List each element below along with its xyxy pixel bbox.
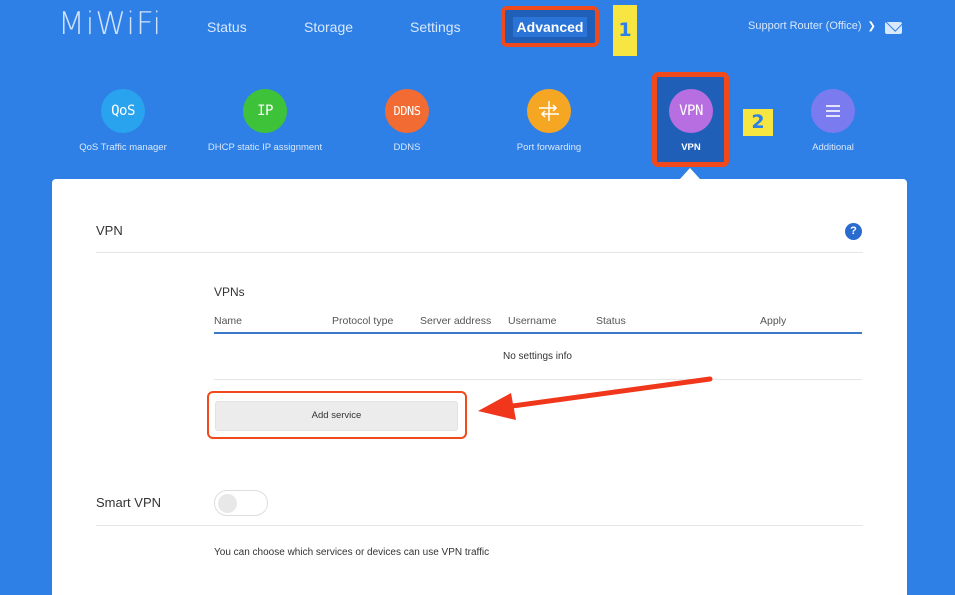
menu-icon <box>811 89 855 133</box>
title-divider <box>96 252 863 253</box>
vpn-icon: VPN <box>669 89 713 133</box>
feature-vpn[interactable]: VPN VPN <box>626 89 756 153</box>
port-forwarding-glyph <box>539 101 559 121</box>
smart-vpn-divider <box>96 525 863 526</box>
nav-advanced-label: Advanced <box>512 16 588 37</box>
nav-settings[interactable]: Settings <box>410 19 461 35</box>
menu-glyph <box>826 105 840 117</box>
step-badge-1: 1 <box>613 5 637 56</box>
ip-icon: IP <box>243 89 287 133</box>
page-title: VPN <box>96 223 123 238</box>
smart-vpn-hint: You can choose which services or devices… <box>214 547 490 558</box>
feature-ddns-label: DDNS <box>393 142 421 153</box>
mail-icon[interactable] <box>885 22 902 34</box>
column-apply: Apply <box>760 315 787 327</box>
account-menu[interactable]: Support Router (Office) ❯ <box>748 20 876 32</box>
ddns-icon: DDNS <box>385 89 429 133</box>
feature-vpn-label: VPN <box>681 142 701 153</box>
miwifi-logo: MiWiFi <box>58 6 163 42</box>
empty-table-message: No settings info <box>503 351 572 362</box>
feature-additional-label: Additional <box>812 142 854 153</box>
feature-ddns[interactable]: DDNS DDNS <box>342 89 472 153</box>
column-name: Name <box>214 315 243 327</box>
help-icon[interactable]: ? <box>845 223 862 240</box>
column-status: Status <box>596 315 626 327</box>
port-forwarding-icon <box>527 89 571 133</box>
account-name: Support Router (Office) <box>748 20 862 32</box>
nav-status[interactable]: Status <box>207 19 247 35</box>
column-server-address: Server address <box>420 315 492 327</box>
feature-dhcp[interactable]: IP DHCP static IP assignment <box>200 89 330 153</box>
feature-port-forwarding[interactable]: Port forwarding <box>484 89 614 153</box>
feature-port-forwarding-label: Port forwarding <box>516 142 582 153</box>
feature-qos[interactable]: QoS QoS Traffic manager <box>58 89 188 153</box>
chevron-down-icon: ❯ <box>867 20 876 32</box>
table-header-line <box>214 332 862 334</box>
nav-storage[interactable]: Storage <box>304 19 353 35</box>
smart-vpn-toggle[interactable] <box>214 490 268 516</box>
vpns-section-title: VPNs <box>214 285 245 299</box>
feature-dhcp-label: DHCP static IP assignment <box>207 142 323 153</box>
add-service-button[interactable]: Add service <box>215 401 458 431</box>
toggle-knob <box>218 494 237 513</box>
nav-advanced[interactable]: Advanced <box>501 6 599 47</box>
table-bottom-divider <box>214 379 862 380</box>
column-protocol-type: Protocol type <box>332 315 394 327</box>
feature-qos-label: QoS Traffic manager <box>79 142 167 153</box>
feature-additional[interactable]: Additional <box>768 89 898 153</box>
qos-icon: QoS <box>101 89 145 133</box>
column-username: Username <box>508 315 557 327</box>
vpn-panel: VPN ? VPNs Name Protocol type Server add… <box>52 179 907 595</box>
smart-vpn-label: Smart VPN <box>96 495 162 510</box>
active-tab-pointer <box>680 168 700 179</box>
